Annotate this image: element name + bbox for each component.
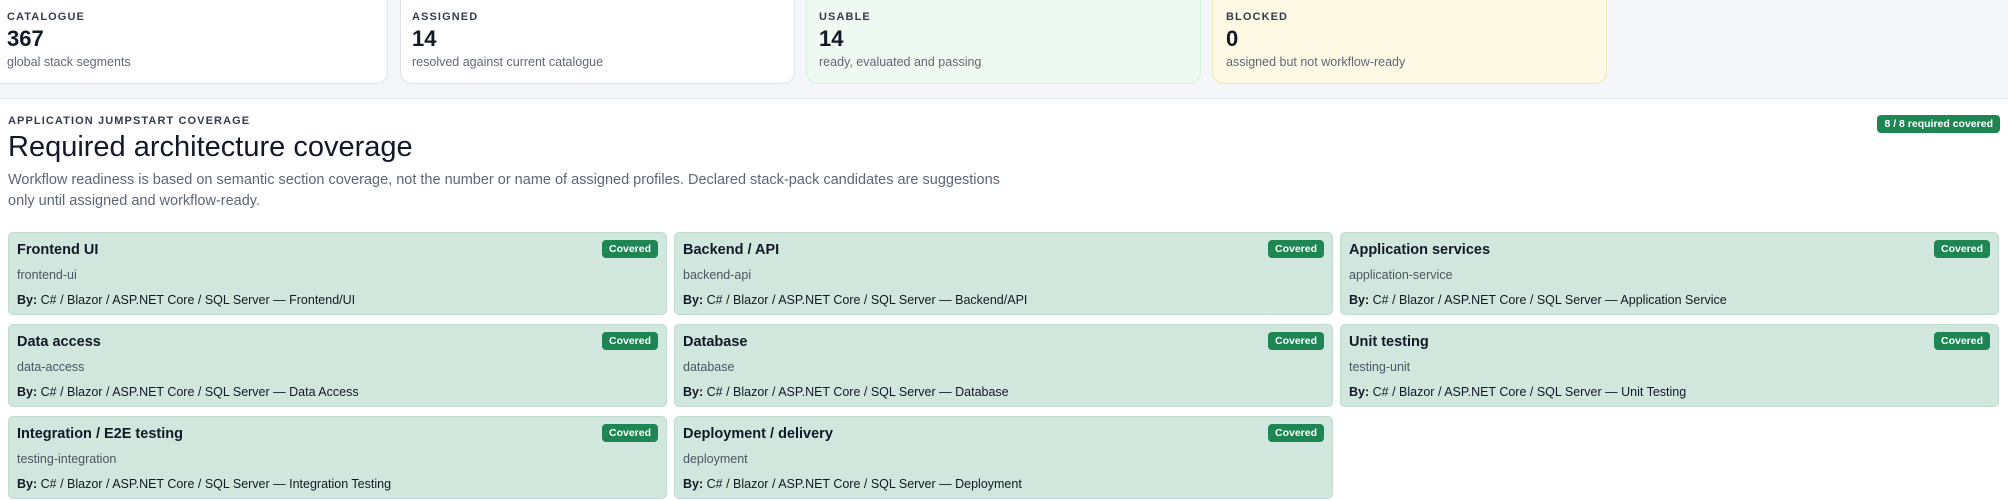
stat-description: assigned but not workflow-ready	[1226, 55, 1406, 69]
stat-value: 14	[819, 26, 844, 51]
by-label: By:	[683, 293, 704, 307]
covered-badge: Covered	[601, 424, 658, 442]
card-title: Unit testing	[1349, 334, 1429, 350]
coverage-card-unit-testing: Unit testing Covered testing-unit By: C#…	[1340, 324, 1999, 407]
by-label: By:	[1349, 385, 1370, 399]
card-assigned-by: By: C# / Blazor / ASP.NET Core / SQL Ser…	[683, 477, 1022, 491]
coverage-card-database: Database Covered database By: C# / Blazo…	[674, 324, 1333, 407]
stat-card-catalogue: CATALOGUE 367 global stack segments	[0, 0, 388, 84]
card-slug: data-access	[17, 360, 85, 374]
stat-label: CATALOGUE	[7, 11, 85, 23]
covered-badge: Covered	[1933, 332, 1990, 350]
covered-badge: Covered	[1267, 240, 1324, 258]
card-title: Frontend UI	[17, 242, 99, 258]
card-slug: frontend-ui	[17, 268, 77, 282]
card-assigned-by: By: C# / Blazor / ASP.NET Core / SQL Ser…	[17, 293, 355, 307]
stat-card-usable: USABLE 14 ready, evaluated and passing	[806, 0, 1201, 84]
stat-label: USABLE	[819, 11, 871, 23]
card-assigned-by: By: C# / Blazor / ASP.NET Core / SQL Ser…	[683, 293, 1027, 307]
stat-label: ASSIGNED	[412, 11, 479, 23]
covered-badge: Covered	[601, 240, 658, 258]
by-value: C# / Blazor / ASP.NET Core / SQL Server …	[40, 385, 359, 399]
card-slug: testing-integration	[17, 452, 117, 466]
stat-value: 14	[412, 26, 437, 51]
by-value: C# / Blazor / ASP.NET Core / SQL Server …	[706, 477, 1022, 491]
card-title: Data access	[17, 334, 101, 350]
card-slug: application-service	[1349, 268, 1453, 282]
stat-description: resolved against current catalogue	[412, 55, 604, 69]
card-assigned-by: By: C# / Blazor / ASP.NET Core / SQL Ser…	[17, 477, 391, 491]
coverage-card-data-access: Data access Covered data-access By: C# /…	[8, 324, 667, 407]
stat-card-assigned: ASSIGNED 14 resolved against current cat…	[400, 0, 795, 84]
stat-description: global stack segments	[7, 55, 131, 69]
card-assigned-by: By: C# / Blazor / ASP.NET Core / SQL Ser…	[17, 385, 359, 399]
coverage-summary-badge: 8 / 8 required covered	[1877, 115, 2000, 133]
by-label: By:	[683, 477, 704, 491]
card-assigned-by: By: C# / Blazor / ASP.NET Core / SQL Ser…	[683, 385, 1009, 399]
by-value: C# / Blazor / ASP.NET Core / SQL Server …	[1372, 293, 1727, 307]
panel-eyebrow: APPLICATION JUMPSTART COVERAGE	[8, 115, 251, 127]
panel-title: Required architecture coverage	[8, 131, 413, 163]
card-title: Deployment / delivery	[683, 426, 833, 442]
by-value: C# / Blazor / ASP.NET Core / SQL Server …	[40, 477, 392, 491]
coverage-panel: APPLICATION JUMPSTART COVERAGE Required …	[0, 98, 2008, 500]
coverage-card-integration-testing: Integration / E2E testing Covered testin…	[8, 416, 667, 499]
by-label: By:	[683, 385, 704, 399]
by-value: C# / Blazor / ASP.NET Core / SQL Server …	[1372, 385, 1687, 399]
by-label: By:	[17, 385, 38, 399]
coverage-card-application-services: Application services Covered application…	[1340, 232, 1999, 315]
covered-badge: Covered	[1933, 240, 1990, 258]
panel-description: Workflow readiness is based on semantic …	[8, 172, 1000, 209]
by-value: C# / Blazor / ASP.NET Core / SQL Server …	[706, 385, 1009, 399]
card-title: Integration / E2E testing	[17, 426, 183, 442]
card-title: Database	[683, 334, 748, 350]
stat-card-blocked: BLOCKED 0 assigned but not workflow-read…	[1212, 0, 1607, 84]
stat-label: BLOCKED	[1226, 11, 1289, 23]
card-slug: database	[683, 360, 735, 374]
covered-badge: Covered	[601, 332, 658, 350]
coverage-card-frontend-ui: Frontend UI Covered frontend-ui By: C# /…	[8, 232, 667, 315]
by-label: By:	[1349, 293, 1370, 307]
card-assigned-by: By: C# / Blazor / ASP.NET Core / SQL Ser…	[1349, 293, 1727, 307]
by-value: C# / Blazor / ASP.NET Core / SQL Server …	[706, 293, 1028, 307]
card-slug: testing-unit	[1349, 360, 1411, 374]
coverage-card-deployment: Deployment / delivery Covered deployment…	[674, 416, 1333, 499]
stat-value: 367	[7, 26, 44, 51]
coverage-card-backend-api: Backend / API Covered backend-api By: C#…	[674, 232, 1333, 315]
by-value: C# / Blazor / ASP.NET Core / SQL Server …	[40, 293, 356, 307]
card-slug: deployment	[683, 452, 748, 466]
by-label: By:	[17, 293, 38, 307]
card-assigned-by: By: C# / Blazor / ASP.NET Core / SQL Ser…	[1349, 385, 1686, 399]
covered-badge: Covered	[1267, 424, 1324, 442]
by-label: By:	[17, 477, 38, 491]
stat-value: 0	[1226, 26, 1239, 51]
stat-description: ready, evaluated and passing	[819, 55, 982, 69]
covered-badge: Covered	[1267, 332, 1324, 350]
card-title: Application services	[1349, 242, 1491, 258]
card-slug: backend-api	[683, 268, 752, 282]
card-title: Backend / API	[683, 242, 780, 258]
